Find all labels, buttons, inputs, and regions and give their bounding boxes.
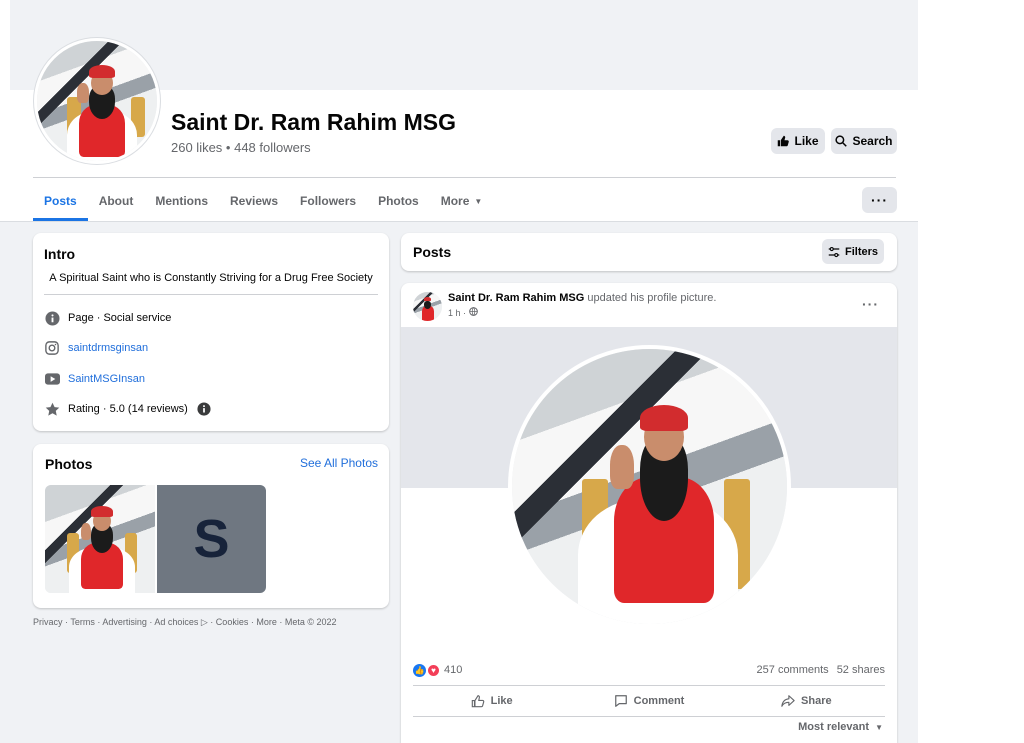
posts-title: Posts bbox=[413, 244, 452, 260]
post-comment-label: Comment bbox=[633, 695, 685, 707]
photo-thumbnail[interactable] bbox=[45, 485, 155, 593]
tab-followers[interactable]: Followers bbox=[289, 183, 367, 219]
reactions-row: 👍 ♥ 410 257 comments 52 shares bbox=[413, 661, 885, 679]
photos-card: Photos See All Photos S bbox=[33, 444, 389, 608]
see-all-photos-link[interactable]: See All Photos bbox=[300, 456, 378, 470]
intro-category-row: Page · Social service bbox=[44, 309, 171, 327]
thumbs-up-outline-icon bbox=[471, 695, 484, 708]
intro-divider bbox=[44, 294, 378, 295]
post-action-text: updated his profile picture. bbox=[587, 292, 717, 304]
caret-down-icon: ▼ bbox=[875, 723, 883, 732]
header-divider bbox=[33, 177, 896, 178]
intro-category: Page · Social service bbox=[68, 312, 172, 324]
share-arrow-icon bbox=[781, 695, 795, 707]
thumbs-up-icon bbox=[778, 135, 790, 147]
footer-links[interactable]: Privacy · Terms · Advertising · Ad choic… bbox=[33, 617, 337, 628]
comments-shares: 257 comments 52 shares bbox=[757, 664, 885, 676]
youtube-icon bbox=[44, 371, 60, 387]
photos-title: Photos bbox=[45, 456, 93, 472]
info-icon bbox=[44, 310, 60, 326]
star-icon bbox=[44, 401, 60, 417]
page-stats[interactable]: 260 likes • 448 followers bbox=[171, 140, 311, 155]
post-card: Saint Dr. Ram Rahim MSG updated his prof… bbox=[401, 283, 897, 743]
shares-count[interactable]: 52 shares bbox=[837, 664, 885, 676]
search-button[interactable]: Search bbox=[831, 128, 897, 154]
post-share-button[interactable]: Share bbox=[728, 686, 885, 716]
posts-header-card: Posts Filters bbox=[401, 233, 897, 271]
post-meta: 1 h · bbox=[448, 307, 478, 318]
comments-divider bbox=[413, 716, 885, 717]
page-tabs: Posts About Mentions Reviews Followers P… bbox=[33, 183, 493, 221]
like-button-label: Like bbox=[794, 134, 819, 148]
post-author-name[interactable]: Saint Dr. Ram Rahim MSG bbox=[448, 292, 584, 304]
post-media[interactable] bbox=[401, 327, 897, 654]
post-actions: Like Comment Share bbox=[413, 686, 885, 716]
tab-reviews[interactable]: Reviews bbox=[219, 183, 289, 219]
like-page-button[interactable]: Like bbox=[771, 128, 825, 154]
search-icon bbox=[835, 135, 848, 147]
intro-rating: Rating · 5.0 (14 reviews) bbox=[68, 403, 188, 415]
filter-sliders-icon bbox=[828, 246, 840, 257]
tab-photos[interactable]: Photos bbox=[367, 183, 430, 219]
photo-thumbnail-logo[interactable]: S bbox=[157, 485, 266, 593]
tab-label: Reviews bbox=[230, 194, 279, 208]
comment-sort-dropdown[interactable]: Most relevant ▼ bbox=[798, 721, 883, 733]
post-share-label: Share bbox=[801, 695, 832, 707]
instagram-link[interactable]: saintdrmsginsan bbox=[68, 342, 148, 354]
intro-card: Intro A Spiritual Saint who is Constantl… bbox=[33, 233, 389, 431]
tab-label: More bbox=[440, 194, 470, 208]
post-comment-button[interactable]: Comment bbox=[570, 686, 727, 716]
intro-rating-row: Rating · 5.0 (14 reviews) bbox=[44, 400, 212, 418]
youtube-link[interactable]: SaintMSGInsan bbox=[68, 373, 145, 385]
intro-youtube-row: SaintMSGInsan bbox=[44, 370, 145, 388]
header-border bbox=[0, 221, 918, 222]
profile-avatar[interactable] bbox=[34, 38, 160, 164]
post-like-label: Like bbox=[490, 695, 513, 707]
comment-icon bbox=[614, 695, 627, 707]
page-title: Saint Dr. Ram Rahim MSG bbox=[171, 109, 457, 135]
instagram-icon bbox=[44, 340, 60, 356]
love-reaction-icon: ♥ bbox=[427, 663, 440, 677]
intro-title: Intro bbox=[44, 246, 76, 262]
post-time[interactable]: 1 h · bbox=[448, 308, 466, 318]
comment-sort-label: Most relevant bbox=[798, 721, 870, 733]
tab-label: Mentions bbox=[155, 194, 209, 208]
tab-label: Followers bbox=[300, 194, 357, 208]
caret-down-icon: ▼ bbox=[474, 196, 483, 206]
rating-info-icon[interactable] bbox=[196, 401, 212, 417]
post-author-line: Saint Dr. Ram Rahim MSG updated his prof… bbox=[448, 292, 716, 304]
filters-button[interactable]: Filters bbox=[822, 239, 884, 264]
like-reaction-icon: 👍 bbox=[413, 663, 426, 677]
filters-label: Filters bbox=[844, 245, 878, 258]
intro-bio: A Spiritual Saint who is Constantly Stri… bbox=[49, 272, 373, 284]
page: Saint Dr. Ram Rahim MSG 260 likes • 448 … bbox=[0, 0, 1024, 743]
more-options-button[interactable]: ··· bbox=[862, 187, 897, 213]
reaction-summary[interactable]: 👍 ♥ 410 bbox=[413, 663, 463, 677]
tab-label: About bbox=[98, 194, 134, 208]
tab-more[interactable]: More ▼ bbox=[430, 183, 494, 219]
search-button-label: Search bbox=[852, 134, 893, 148]
reaction-count: 410 bbox=[444, 664, 463, 676]
tab-about[interactable]: About bbox=[88, 183, 145, 219]
post-like-button[interactable]: Like bbox=[413, 686, 570, 716]
post-menu-button[interactable]: ··· bbox=[862, 296, 879, 312]
intro-instagram-row: saintdrmsginsan bbox=[44, 339, 148, 357]
globe-icon bbox=[469, 307, 478, 318]
post-profile-photo[interactable] bbox=[508, 345, 791, 628]
tab-label: Posts bbox=[44, 193, 77, 208]
tab-mentions[interactable]: Mentions bbox=[144, 183, 219, 219]
tab-posts[interactable]: Posts bbox=[33, 183, 88, 221]
comments-count[interactable]: 257 comments bbox=[757, 664, 829, 676]
tab-label: Photos bbox=[378, 194, 419, 208]
post-author-avatar[interactable] bbox=[413, 292, 442, 321]
